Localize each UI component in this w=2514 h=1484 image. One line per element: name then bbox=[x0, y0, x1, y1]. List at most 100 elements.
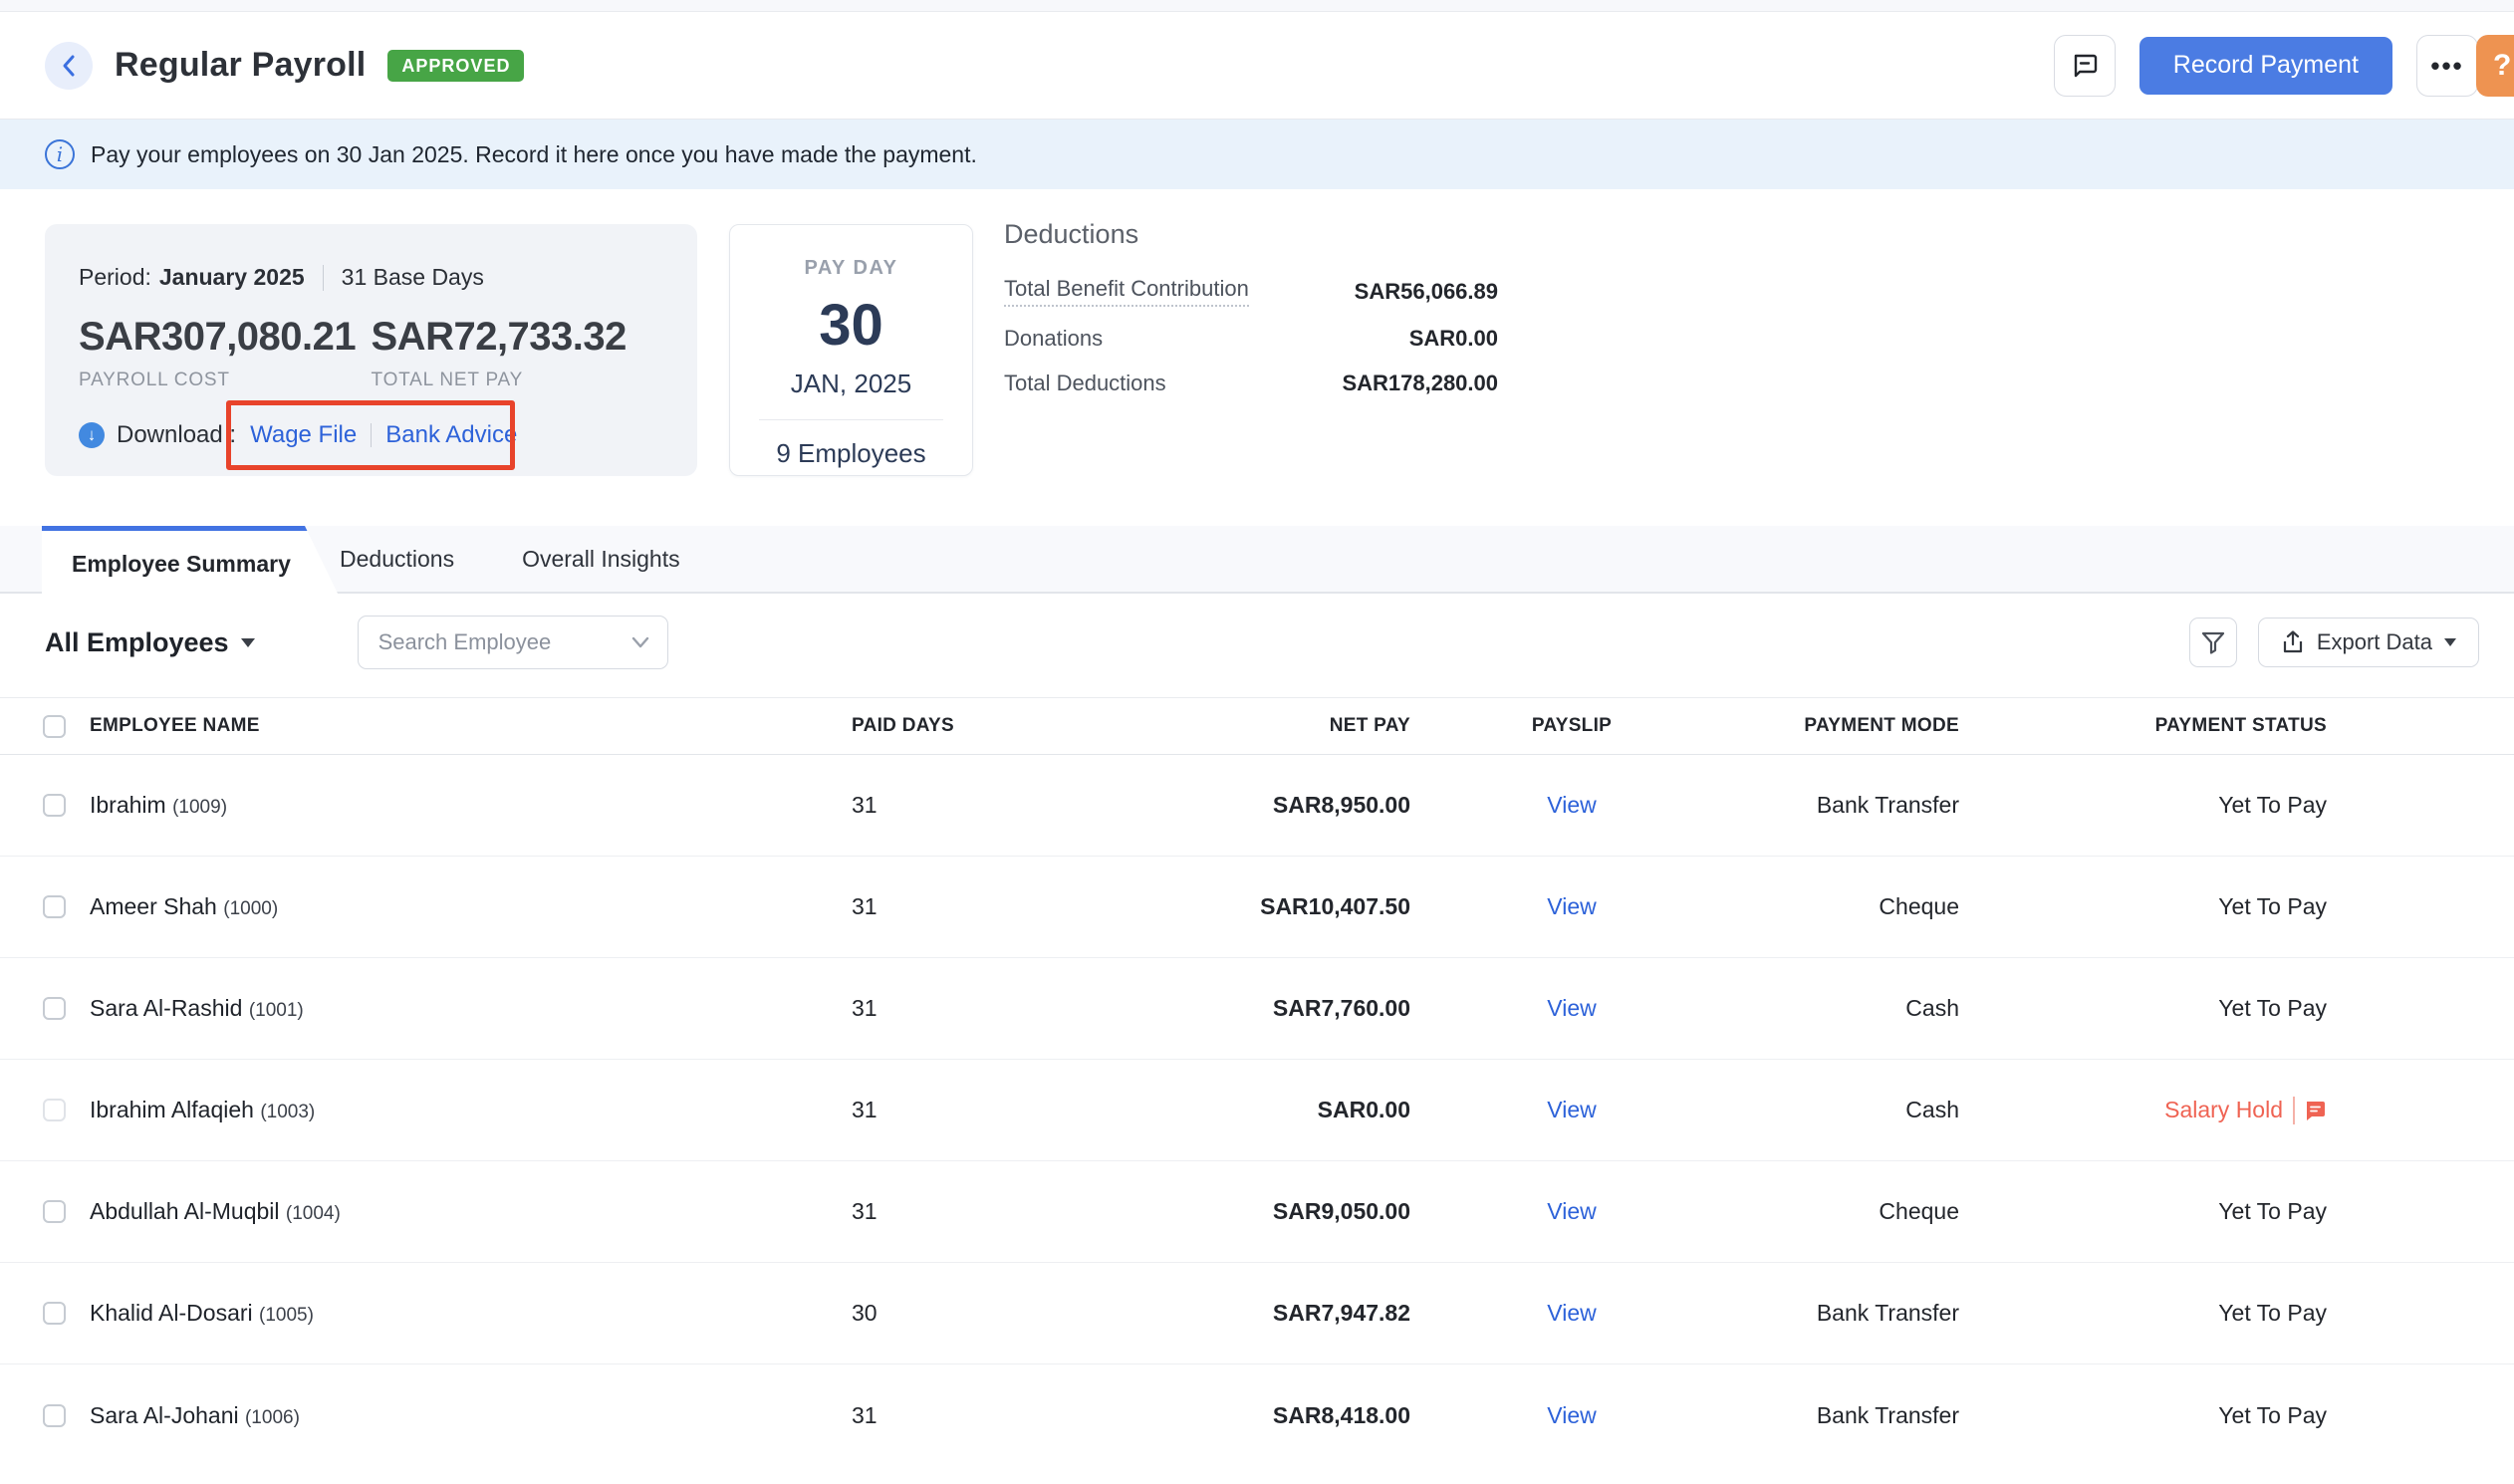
table-row: Ameer Shah (1000) 31 SAR10,407.50 View C… bbox=[0, 857, 2514, 958]
page-title: Regular Payroll bbox=[115, 46, 367, 84]
row-checkbox[interactable] bbox=[43, 997, 66, 1020]
payday-month-year: JAN, 2025 bbox=[790, 369, 912, 398]
info-banner-text: Pay your employees on 30 Jan 2025. Recor… bbox=[91, 140, 977, 167]
employee-filter-label: All Employees bbox=[45, 626, 229, 657]
divider bbox=[759, 419, 943, 420]
window-top-strip bbox=[0, 0, 2514, 12]
export-data-button[interactable]: Export Data bbox=[2257, 618, 2479, 667]
row-checkbox[interactable] bbox=[43, 895, 66, 918]
employee-name: Ibrahim Alfaqieh bbox=[90, 1097, 254, 1122]
period-label: Period: bbox=[79, 264, 151, 290]
payment-status-cell: Yet To Pay bbox=[1959, 893, 2327, 920]
tab-bar: Employee Summary Deductions Overall Insi… bbox=[0, 526, 2514, 598]
employee-id: (1005) bbox=[259, 1305, 314, 1326]
amounts-row: SAR307,080.21 PAYROLL COST SAR72,733.32 … bbox=[79, 315, 663, 391]
employee-id: (1003) bbox=[260, 1102, 316, 1122]
select-all-checkbox[interactable] bbox=[43, 714, 66, 738]
tab-overall-insights[interactable]: Overall Insights bbox=[522, 546, 680, 573]
payslip-view-link[interactable]: View bbox=[1547, 995, 1596, 1021]
table-header: EMPLOYEE NAME PAID DAYS NET PAY PAYSLIP … bbox=[0, 697, 2514, 755]
wage-file-link[interactable]: Wage File bbox=[250, 421, 357, 449]
payment-mode-value: Bank Transfer bbox=[1816, 792, 1959, 818]
net-pay-value: SAR10,407.50 bbox=[1260, 893, 1410, 919]
table-row: Ibrahim (1009) 31 SAR8,950.00 View Bank … bbox=[0, 755, 2514, 857]
payslip-view-link[interactable]: View bbox=[1547, 1097, 1596, 1122]
net-pay-value: SAR0.00 bbox=[1317, 1097, 1410, 1122]
tab-label: Overall Insights bbox=[522, 545, 680, 572]
info-icon: i bbox=[45, 139, 75, 169]
employee-name: Abdullah Al-Muqbil bbox=[90, 1198, 280, 1224]
employee-name: Sara Al-Rashid bbox=[90, 995, 243, 1021]
payday-label: PAY DAY bbox=[804, 257, 898, 279]
employee-id: (1001) bbox=[248, 1000, 304, 1021]
tab-label: Employee Summary bbox=[72, 551, 291, 577]
total-net-pay-label: TOTAL NET PAY bbox=[371, 370, 524, 390]
payday-employee-count: 9 Employees bbox=[776, 438, 926, 468]
question-mark-icon: ? bbox=[2493, 49, 2512, 82]
payslip-view-link[interactable]: View bbox=[1547, 792, 1596, 818]
payment-mode-value: Cash bbox=[1905, 1097, 1959, 1122]
deductions-panel: Deductions Total Benefit Contribution SA… bbox=[1004, 219, 1498, 396]
table-row: Ibrahim Alfaqieh (1003) 31 SAR0.00 View … bbox=[0, 1060, 2514, 1161]
employee-id: (1004) bbox=[285, 1203, 341, 1224]
payment-status-value: Salary Hold bbox=[2164, 1097, 2283, 1122]
chevron-left-icon bbox=[63, 55, 75, 76]
column-employee-name: EMPLOYEE NAME bbox=[90, 715, 260, 736]
download-label: Download : bbox=[117, 421, 237, 448]
back-button[interactable] bbox=[45, 41, 93, 90]
deduction-value: SAR56,066.89 bbox=[1354, 278, 1498, 304]
payment-status-value: Yet To Pay bbox=[2218, 1198, 2327, 1224]
download-icon: ↓ bbox=[79, 422, 105, 448]
net-pay-value: SAR9,050.00 bbox=[1272, 1198, 1410, 1224]
payment-mode-value: Bank Transfer bbox=[1816, 1401, 1959, 1428]
column-paid-days: PAID DAYS bbox=[852, 715, 955, 736]
search-employee-input[interactable] bbox=[357, 616, 668, 669]
payment-status-value: Yet To Pay bbox=[2218, 792, 2327, 818]
help-button[interactable]: ? bbox=[2476, 35, 2514, 97]
payslip-view-link[interactable]: View bbox=[1547, 1402, 1596, 1428]
salary-hold-comment[interactable] bbox=[2293, 1096, 2327, 1124]
more-options-button[interactable]: ••• bbox=[2416, 34, 2478, 97]
row-checkbox[interactable] bbox=[43, 794, 66, 817]
column-payment-mode: PAYMENT MODE bbox=[1804, 715, 1959, 736]
table-toolbar: All Employees Export Data bbox=[0, 616, 2514, 669]
bank-advice-link[interactable]: Bank Advice bbox=[385, 421, 517, 449]
table-row: Sara Al-Johani (1006) 31 SAR8,418.00 Vie… bbox=[0, 1364, 2514, 1466]
net-pay-value: SAR8,950.00 bbox=[1272, 792, 1410, 818]
base-days: 31 Base Days bbox=[341, 264, 484, 290]
employee-name: Sara Al-Johani bbox=[90, 1401, 239, 1428]
payslip-view-link[interactable]: View bbox=[1547, 1198, 1596, 1224]
header-actions: Record Payment ••• bbox=[2053, 34, 2478, 97]
tab-deductions[interactable]: Deductions bbox=[340, 546, 454, 573]
column-net-pay: NET PAY bbox=[1329, 715, 1410, 736]
row-checkbox[interactable] bbox=[43, 1403, 66, 1427]
record-payment-button[interactable]: Record Payment bbox=[2138, 36, 2392, 95]
period-value: January 2025 bbox=[158, 264, 305, 290]
deduction-label: Total Benefit Contribution bbox=[1004, 276, 1249, 307]
row-checkbox[interactable] bbox=[43, 1099, 66, 1121]
caret-down-icon bbox=[240, 637, 255, 647]
filter-button[interactable] bbox=[2188, 618, 2237, 667]
row-checkbox[interactable] bbox=[43, 1200, 66, 1223]
payment-status-value: Yet To Pay bbox=[2218, 1401, 2327, 1428]
employee-id: (1009) bbox=[172, 797, 228, 818]
funnel-icon bbox=[2201, 631, 2224, 654]
comment-alert-icon bbox=[2307, 1101, 2325, 1120]
deductions-rows: Total Benefit Contribution SAR56,066.89 … bbox=[1004, 276, 1498, 396]
comments-button[interactable] bbox=[2053, 34, 2116, 97]
period-card: Period: January 2025 31 Base Days SAR307… bbox=[45, 224, 697, 476]
payday-card: PAY DAY 30 JAN, 2025 9 Employees bbox=[729, 224, 973, 476]
net-pay-value: SAR7,760.00 bbox=[1272, 995, 1410, 1021]
tab-label: Deductions bbox=[340, 545, 455, 572]
payment-mode-value: Cash bbox=[1905, 995, 1959, 1021]
payslip-view-link[interactable]: View bbox=[1547, 1300, 1596, 1326]
payslip-view-link[interactable]: View bbox=[1547, 893, 1596, 919]
tab-employee-summary[interactable]: Employee Summary bbox=[42, 526, 340, 598]
employee-filter-dropdown[interactable]: All Employees bbox=[45, 627, 255, 658]
payment-mode-value: Bank Transfer bbox=[1816, 1300, 1959, 1326]
toolbar-right: Export Data bbox=[2188, 618, 2479, 667]
total-net-pay-block: SAR72,733.32 TOTAL NET PAY bbox=[372, 315, 664, 391]
row-checkbox[interactable] bbox=[43, 1302, 66, 1325]
deduction-label: Total Deductions bbox=[1004, 371, 1166, 395]
table-row: Sara Al-Rashid (1001) 31 SAR7,760.00 Vie… bbox=[0, 958, 2514, 1060]
